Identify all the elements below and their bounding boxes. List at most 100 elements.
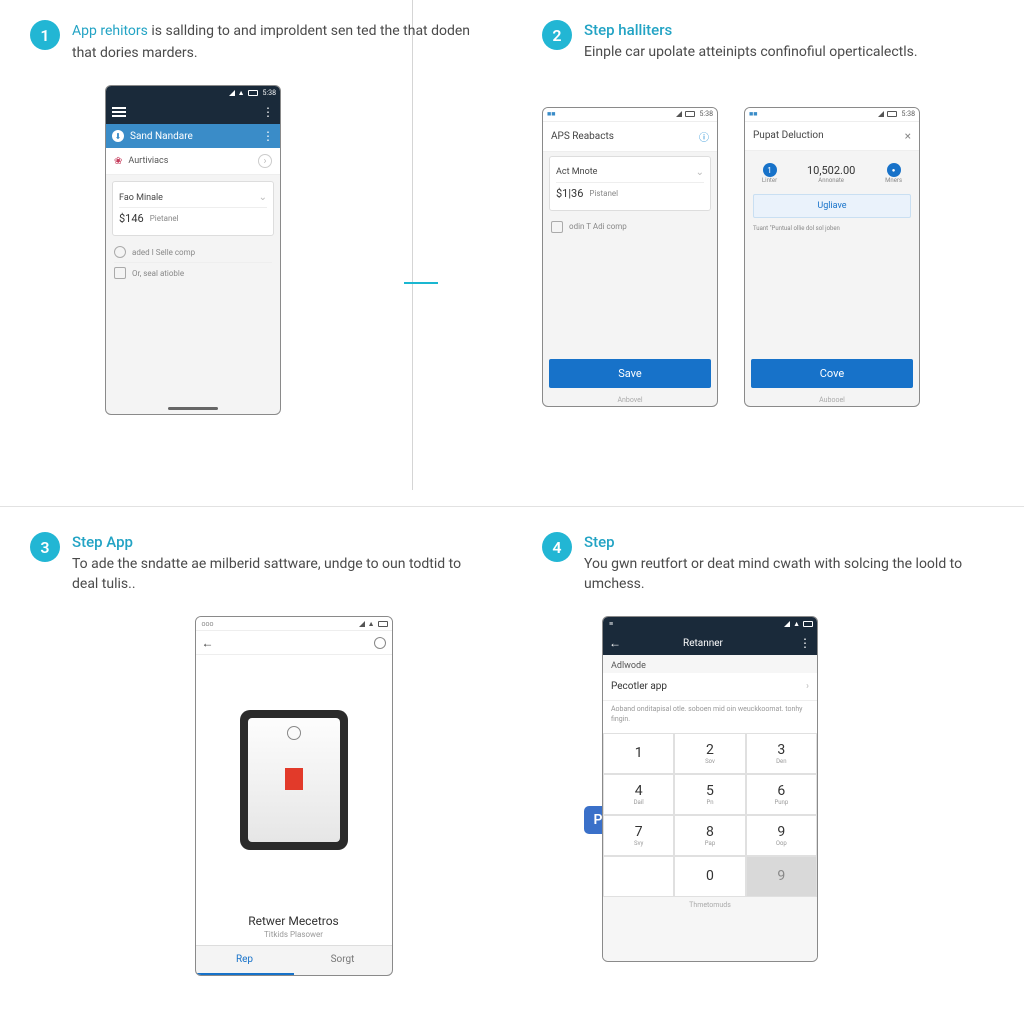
chevron-down-icon[interactable]: ⌄ <box>696 167 704 178</box>
chevron-down-icon[interactable]: ⌄ <box>259 192 267 203</box>
signal-icon <box>359 621 365 627</box>
clock: 5:38 <box>700 110 714 118</box>
key-0[interactable]: 0 <box>674 856 745 897</box>
step-3-badge: 3 <box>30 532 60 562</box>
step-1-phone: ▲ 5:38 ⋮ ⬇ Sand Nandare ⋮ ❀ <box>105 85 281 415</box>
primary-button[interactable]: Cove <box>751 359 913 388</box>
header-title: APS Reabacts <box>551 131 614 142</box>
list-item[interactable]: Pecotler app › <box>603 673 817 701</box>
step-2-phone-b: ■■ 5:38 Pupat Deluction × 1 Linter <box>744 107 920 407</box>
secondary-button[interactable]: Ugliave <box>753 194 911 218</box>
tab-1[interactable]: Rep <box>196 946 294 975</box>
close-icon[interactable]: × <box>905 129 911 143</box>
sub-bar-title: Sand Nandare <box>130 131 256 142</box>
sensor-icon <box>287 726 301 740</box>
activities-row[interactable]: ❀ Aurtiviacs › <box>106 148 280 175</box>
key-7[interactable]: 7Svy <box>603 815 674 856</box>
option-1-label: aded I Selle comp <box>132 248 195 257</box>
list-item-label: Pecotler app <box>611 681 667 692</box>
battery-icon <box>887 111 897 117</box>
clock: 5:38 <box>902 110 916 118</box>
device-name: Retwer Mecetros <box>196 914 392 928</box>
note-text: Tuant "Puntual ollie dol sol joben <box>745 222 919 236</box>
key-blank <box>603 856 674 897</box>
field-label: Fao Minale <box>119 193 163 203</box>
wifi-icon: ▲ <box>238 89 245 97</box>
amount-sub: Pietanel <box>150 214 179 223</box>
wifi-icon: ▲ <box>368 620 375 628</box>
signal-icon <box>229 90 235 96</box>
step-2-badge: 2 <box>542 20 572 50</box>
chevron-right-icon: › <box>806 681 809 692</box>
header-title: Pupat Deluction <box>753 130 824 141</box>
app-bar: ← <box>196 631 392 655</box>
status-bar: ■■ 5:38 <box>745 108 919 122</box>
tabs: Rep Sorgt <box>196 945 392 975</box>
back-icon[interactable]: ← <box>202 636 214 650</box>
amount-value-sub: Annonate <box>807 177 855 184</box>
amount-sub: Pistanel <box>589 189 618 198</box>
step-2-title: Step halliters <box>584 20 918 41</box>
signal-icon <box>878 111 884 117</box>
footer-label: Thmetomuds <box>603 897 817 913</box>
app-bar: ← Retanner ⋮ <box>603 631 817 655</box>
step-3-phone: ooo ▲ ← <box>195 616 393 976</box>
option-1[interactable]: aded I Selle comp <box>114 242 272 262</box>
action-icon[interactable] <box>374 637 386 649</box>
home-indicator <box>168 407 218 410</box>
menu-icon[interactable] <box>112 107 126 117</box>
status-bar: ooo ▲ <box>196 617 392 631</box>
step-1-lead: App rehitors <box>72 23 148 39</box>
amount-card[interactable]: Act Mnote ⌄ $1|36 Pistanel <box>549 156 711 211</box>
calendar-icon <box>551 221 563 233</box>
field-label: Act Mnote <box>556 167 597 177</box>
key-9[interactable]: 9Oop <box>746 815 817 856</box>
save-button[interactable]: Save <box>549 359 711 388</box>
option-2[interactable]: Or, seal atioble <box>114 262 272 283</box>
sub-overflow-icon[interactable]: ⋮ <box>262 129 274 143</box>
amount-value: $1|36 <box>556 187 583 200</box>
clock: 5:38 <box>263 89 277 97</box>
key-3[interactable]: 3Den <box>746 733 817 774</box>
step-3-title: Step App <box>72 532 482 553</box>
overflow-icon[interactable]: ⋮ <box>799 636 811 650</box>
battery-icon <box>803 621 813 627</box>
step-1-header: 1 App rehitors is sallding to and improl… <box>30 20 482 63</box>
overflow-icon[interactable]: ⋮ <box>262 105 274 119</box>
key-1[interactable]: 1 <box>603 733 674 774</box>
device-sub: Titkids Plasower <box>196 930 392 939</box>
tab-2[interactable]: Sorgt <box>294 946 392 975</box>
key-5[interactable]: 5Pn <box>674 774 745 815</box>
app-icon: ⬇ <box>112 130 124 142</box>
amount-card[interactable]: Fao Minale ⌄ $146 Pietanel <box>112 181 274 236</box>
radio-icon[interactable] <box>114 246 126 258</box>
header-row: APS Reabacts ⓘ <box>543 122 717 152</box>
col3-sub: Mners <box>885 177 902 184</box>
key-9[interactable]: 9 <box>746 856 817 897</box>
col1-badge: 1 <box>763 163 777 177</box>
col1-sub: Linter <box>762 177 777 184</box>
step-1-badge: 1 <box>30 20 60 50</box>
option-1[interactable]: odin T Adi comp <box>551 217 709 237</box>
signal-icon <box>676 111 682 117</box>
back-icon[interactable]: ← <box>609 636 621 650</box>
option-2-label: Or, seal atioble <box>132 269 184 278</box>
keypad: 12Sov3Den 4Dail5Pn6Punp 7Svy8Pap9Oop09 <box>603 733 817 897</box>
step-4-header: 4 Step You gwn reutfort or deat mind cwa… <box>542 532 994 594</box>
carrier: ■■ <box>749 110 757 118</box>
key-8[interactable]: 8Pap <box>674 815 745 856</box>
info-icon[interactable]: ⓘ <box>699 129 709 144</box>
key-6[interactable]: 6Punp <box>746 774 817 815</box>
expand-icon[interactable]: › <box>258 154 272 168</box>
app-bar-title: Retanner <box>627 638 793 649</box>
carrier: ooo <box>202 620 214 628</box>
key-2[interactable]: 2Sov <box>674 733 745 774</box>
status-bar: ▲ 5:38 <box>106 86 280 100</box>
key-4[interactable]: 4Dail <box>603 774 674 815</box>
device-illustration <box>196 655 392 904</box>
amount-value: 10,502.00 <box>807 164 855 177</box>
step-4-title: Step <box>584 532 994 553</box>
app-bar: ⋮ <box>106 100 280 124</box>
carrier: ■■ <box>547 110 555 118</box>
step-2-header: 2 Step halliters Einple car upolate atte… <box>542 20 994 63</box>
